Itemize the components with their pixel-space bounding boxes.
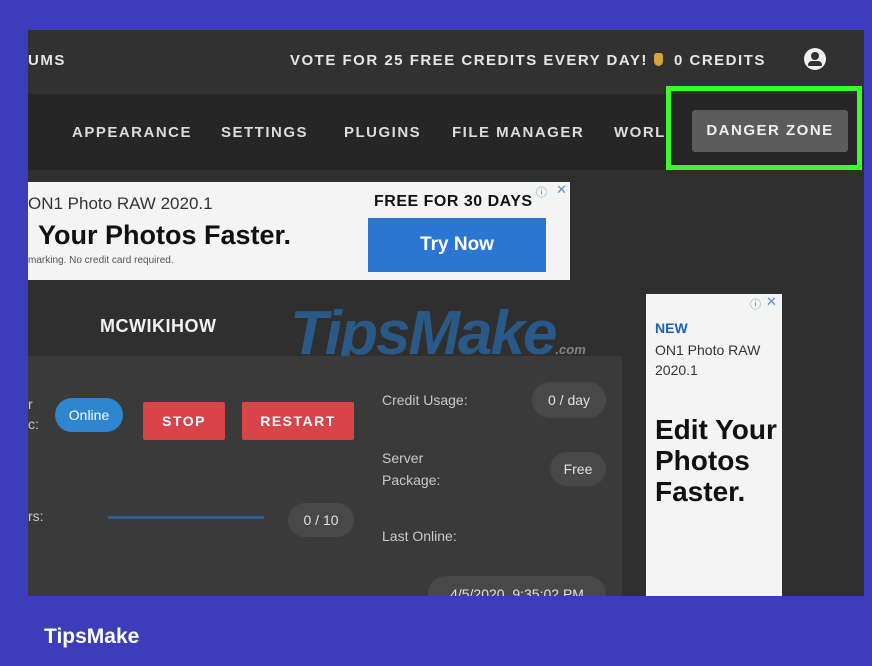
tab-plugins[interactable]: PLUGINS xyxy=(344,124,421,141)
ad-close-icon[interactable]: ✕ xyxy=(556,182,567,198)
ad-product: ON1 Photo RAW 2020.1 xyxy=(28,194,213,213)
stop-button[interactable]: STOP xyxy=(143,402,225,440)
danger-zone-button[interactable]: DANGER ZONE xyxy=(692,110,848,152)
ad-banner-top[interactable]: ON1 Photo RAW 2020.1 Your Photos Faster.… xyxy=(28,182,570,280)
ad-right-headline: Edit Your Photos Faster. xyxy=(655,414,777,507)
tab-settings[interactable]: SETTINGS xyxy=(221,124,308,141)
app-frame: UMS VOTE FOR 25 FREE CREDITS EVERY DAY! … xyxy=(28,30,864,596)
top-bar: UMS VOTE FOR 25 FREE CREDITS EVERY DAY! … xyxy=(28,30,864,94)
ad-headline: Your Photos Faster. xyxy=(38,220,292,250)
ad-close-icon-right[interactable]: ✕ xyxy=(766,294,777,310)
ad-info-icon[interactable]: ⓘ xyxy=(536,184,547,200)
ad-right-product: ON1 Photo RAW 2020.1 xyxy=(655,342,761,378)
status-label-partial-a: r xyxy=(28,396,33,412)
ad-offer: FREE FOR 30 DAYS xyxy=(374,193,533,210)
tab-appearance[interactable]: APPEARANCE xyxy=(72,124,192,141)
tab-file-manager[interactable]: FILE MANAGER xyxy=(452,124,584,141)
try-now-button[interactable]: Try Now xyxy=(368,218,546,272)
user-circle-icon[interactable] xyxy=(804,48,826,70)
server-package-label-2: Package: xyxy=(382,472,441,488)
watermark-suffix: .com xyxy=(555,342,586,357)
ad-banner-right[interactable]: ⓘ ✕ NEW ON1 Photo RAW 2020.1 Edit Your P… xyxy=(646,294,782,596)
restart-button[interactable]: RESTART xyxy=(242,402,354,440)
credit-usage-value: 0 / day xyxy=(532,382,606,418)
credit-usage-label: Credit Usage: xyxy=(382,392,468,408)
status-badge: Online xyxy=(55,398,123,432)
server-name: MCWIKIHOW xyxy=(100,316,217,336)
server-package-label-1: Server xyxy=(382,450,424,466)
nav-partial-left[interactable]: UMS xyxy=(28,52,66,69)
server-package-value: Free xyxy=(550,452,606,486)
coin-icon xyxy=(653,53,663,66)
last-online-label: Last Online: xyxy=(382,528,457,544)
last-online-value: 4/5/2020, 9:35:02 PM xyxy=(428,576,606,596)
server-status-panel: r c: Online STOP RESTART rs: 0 / 10 Cred… xyxy=(28,356,622,596)
players-progress-bar xyxy=(108,516,264,519)
ad-fineprint: marking. No credit card required. xyxy=(28,255,174,266)
credits-link[interactable]: 0 CREDITS xyxy=(674,52,766,69)
players-count: 0 / 10 xyxy=(288,503,354,537)
vote-text: VOTE FOR 25 FREE CREDITS EVERY DAY! xyxy=(290,52,648,69)
tab-world[interactable]: WORL xyxy=(614,124,666,141)
ad-right-new: NEW xyxy=(655,320,688,336)
footer-brand: TipsMake xyxy=(44,625,140,648)
status-label-partial-b: c: xyxy=(28,416,39,432)
ad-info-icon-right[interactable]: ⓘ xyxy=(750,296,761,312)
players-label-partial: rs: xyxy=(28,508,44,524)
vote-link[interactable]: VOTE FOR 25 FREE CREDITS EVERY DAY! xyxy=(290,52,663,69)
